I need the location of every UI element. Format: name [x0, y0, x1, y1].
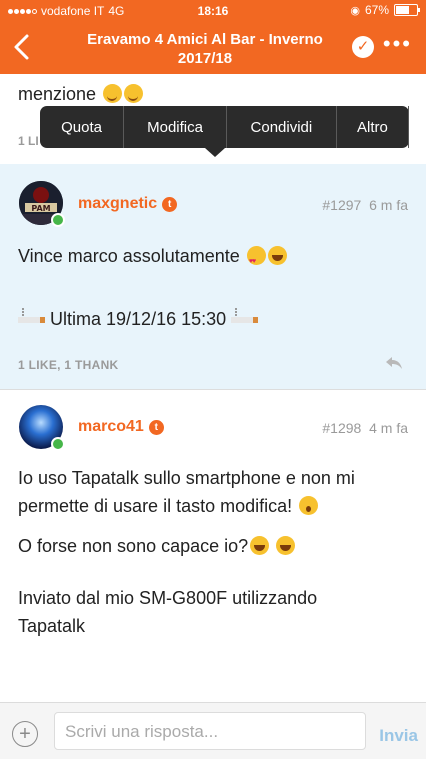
back-button[interactable] — [10, 32, 40, 62]
post-username[interactable]: maxgnetic t — [78, 195, 178, 213]
post-number[interactable]: #1298 — [322, 420, 361, 436]
menu-item-altro[interactable]: Altro — [337, 106, 410, 148]
post-time: 6 m fa — [369, 197, 408, 213]
menu-item-modifica[interactable]: Modifica — [124, 106, 227, 148]
tapatalk-badge-icon: t — [148, 420, 164, 435]
send-button[interactable]: Invia — [379, 726, 418, 746]
add-attachment-button[interactable]: + — [12, 721, 38, 747]
tapatalk-badge-icon: t — [162, 197, 178, 212]
battery-info: ◉ 67% — [350, 3, 420, 17]
more-icon: ••• — [382, 31, 412, 56]
menu-item-condividi[interactable]: Condividi — [227, 106, 337, 148]
post-1297: PAM maxgnetic t #1297 6 m fa Vince marco … — [0, 164, 426, 389]
reply-icon[interactable] — [384, 356, 404, 370]
post-number[interactable]: #1297 — [322, 197, 361, 213]
online-indicator — [51, 213, 65, 227]
chevron-left-icon — [14, 34, 29, 60]
subscribe-button[interactable]: ✓ — [352, 36, 374, 58]
post-line-text: permette di usare il tasto modifica! — [18, 496, 293, 516]
post-line: permette di usare il tasto modifica! — [18, 492, 355, 520]
post-body: Vince marco assolutamente — [18, 242, 287, 276]
reply-input[interactable]: Scrivi una risposta... — [54, 712, 366, 750]
laughing-emoji-icon — [276, 536, 296, 555]
previous-post-fragment: menzione — [18, 84, 97, 104]
post-line: Inviato dal mio SM-G800F utilizzando — [18, 588, 318, 608]
battery-icon — [394, 4, 420, 16]
wink-emoji-icon — [124, 84, 144, 103]
status-bar: vodafone IT 4G 18:16 ◉ 67% — [0, 0, 426, 22]
tears-of-joy-emoji-icon — [267, 246, 287, 265]
previous-post-text: menzione — [18, 84, 144, 105]
cigarette-emoji-icon — [18, 308, 45, 323]
plus-icon: + — [19, 723, 31, 745]
post-meta: #1297 6 m fa — [322, 197, 408, 213]
post-signature: Ultima 19/12/16 15:30 — [18, 305, 259, 333]
username-text[interactable]: marco41 — [78, 418, 144, 435]
heart-eyes-emoji-icon — [246, 246, 266, 276]
thread-title: Eravamo 4 Amici Al Bar - Inverno 2017/18 — [87, 31, 323, 67]
navigation-bar: Eravamo 4 Amici Al Bar - Inverno 2017/18… — [0, 22, 426, 74]
check-icon: ✓ — [356, 38, 370, 55]
username-text[interactable]: maxgnetic — [78, 195, 157, 212]
post-line: O forse non sono capace io? — [18, 532, 355, 560]
laughing-emoji-icon — [250, 536, 270, 555]
surprised-emoji-icon — [299, 496, 319, 515]
post-line: Tapatalk — [18, 616, 86, 636]
post-meta: #1298 4 m fa — [322, 420, 408, 436]
wink-emoji-icon — [103, 84, 123, 103]
post-likes[interactable]: 1 LIKE, 1 THANK — [18, 358, 119, 372]
reply-bar: + Scrivi una risposta... Invia — [0, 702, 426, 759]
post-line: Ultima 19/12/16 15:30 — [50, 309, 227, 329]
svg-text:PAM: PAM — [31, 204, 50, 213]
post-body: Io uso Tapatalk sullo smartphone e non m… — [18, 464, 355, 640]
post-line: Io uso Tapatalk sullo smartphone e non m… — [18, 468, 355, 488]
thread-content[interactable]: menzione 1 LI PAM maxgnetic t #1297 6 m f… — [0, 74, 426, 702]
battery-label: 67% — [364, 3, 389, 17]
context-menu-arrow — [205, 148, 225, 157]
lock-rotation-icon: ◉ — [350, 4, 360, 17]
post-line: Vince marco assolutamente — [18, 246, 240, 266]
previous-post-likes[interactable]: 1 LI — [18, 134, 39, 148]
more-options-button[interactable]: ••• — [382, 31, 412, 56]
post-line-text: O forse non sono capace io? — [18, 536, 249, 556]
cigarette-emoji-icon — [231, 308, 259, 323]
post-username[interactable]: marco41 t — [78, 418, 164, 436]
online-indicator — [51, 437, 65, 451]
post-time: 4 m fa — [369, 420, 408, 436]
menu-item-quota[interactable]: Quota — [40, 106, 125, 148]
post-1298: marco41 t #1298 4 m fa Io uso Tapatalk su… — [0, 390, 426, 702]
context-menu: Quota Modifica Condividi Altro — [40, 106, 410, 157]
